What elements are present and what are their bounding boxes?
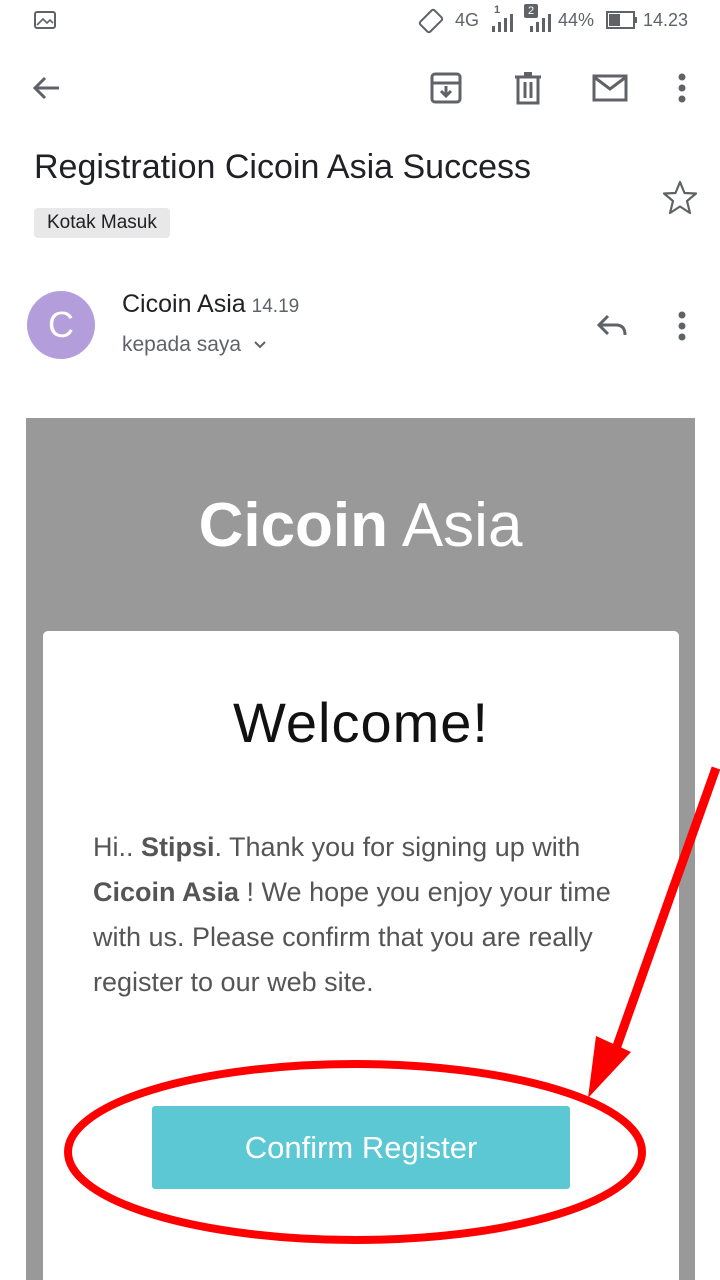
sender-row: Cicoin Asia 14.19 — [122, 290, 299, 319]
signal-icon — [492, 14, 513, 32]
message-more-button[interactable] — [662, 306, 702, 346]
mark-unread-button[interactable] — [590, 68, 630, 108]
reply-button[interactable] — [592, 306, 632, 346]
username: Stipsi — [141, 832, 215, 862]
recipient-text: kepada saya — [122, 333, 242, 356]
inbox-label-chip[interactable]: Kotak Masuk — [34, 208, 170, 238]
delete-button[interactable] — [508, 68, 548, 108]
chevron-down-icon — [254, 341, 266, 349]
network-type: 4G — [455, 10, 480, 30]
battery-icon — [606, 11, 637, 29]
sender-name: Cicoin Asia — [122, 290, 246, 318]
arrow-back-icon — [32, 76, 59, 100]
reply-icon — [596, 314, 627, 336]
recipient-toggle[interactable]: kepada saya — [122, 333, 267, 357]
status-bar: 4G 1 2 44% 14.23 — [0, 0, 720, 42]
more-vert-icon — [678, 73, 686, 103]
email-subject: Registration Cicoin Asia Success — [34, 148, 532, 186]
confirm-register-button[interactable]: Confirm Register — [152, 1106, 570, 1189]
more-options-button[interactable] — [662, 68, 702, 108]
clock: 14.23 — [643, 10, 689, 30]
battery-percent: 44% — [558, 10, 595, 30]
welcome-paragraph: Hi.. Stipsi. Thank you for signing up wi… — [93, 825, 633, 1005]
archive-button[interactable] — [426, 68, 466, 108]
back-button[interactable] — [26, 68, 66, 108]
mail-icon — [592, 74, 628, 102]
more-vert-icon — [678, 311, 686, 341]
signal-icon-2 — [530, 14, 551, 32]
sender-avatar[interactable]: C — [27, 291, 95, 359]
company-name: Cicoin Asia — [93, 877, 240, 907]
text-greeting: Hi.. — [93, 832, 142, 862]
rotate-icon — [418, 8, 444, 34]
archive-icon — [430, 72, 462, 104]
text-thanks: . Thank you for signing up with — [214, 832, 581, 862]
star-icon[interactable] — [660, 178, 700, 218]
brand-light: Asia — [401, 491, 523, 560]
image-notification-icon — [34, 11, 56, 29]
trash-icon — [515, 72, 541, 105]
brand-heading: Cicoin Asia — [26, 490, 695, 561]
welcome-heading: Welcome! — [233, 691, 489, 754]
brand-bold: Cicoin — [198, 491, 389, 560]
sent-time: 14.19 — [251, 296, 300, 317]
